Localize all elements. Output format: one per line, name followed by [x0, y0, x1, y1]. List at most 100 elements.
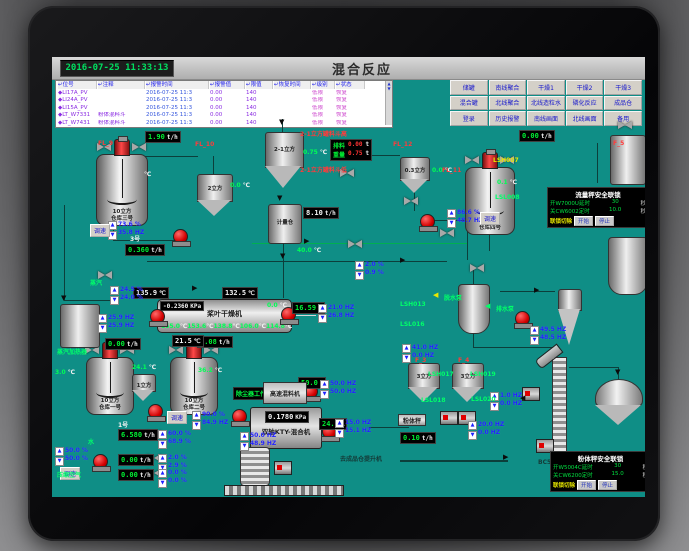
pump-icon[interactable]: [515, 311, 530, 326]
tank-top-valve-icon[interactable]: [465, 156, 479, 164]
spinner-down[interactable]: ▼: [55, 457, 64, 466]
valve-icon[interactable]: [404, 197, 418, 205]
alarm-row[interactable]: ◆LI15A_PV2016-07-25 11:30.00140低限恢复: [56, 105, 384, 112]
tank-top-valve-icon[interactable]: [169, 346, 183, 354]
spinner-down[interactable]: ▼: [335, 429, 344, 438]
speed-adjust-button[interactable]: 调速: [480, 212, 500, 225]
alarm-row[interactable]: ◆LI24A_PV2016-07-25 11:30.00140低限恢复: [56, 97, 384, 104]
alarm-row[interactable]: ◆LT_W7431粉体混料斗2016-07-25 11:30.00140低限恢复: [56, 120, 384, 127]
spinner-up[interactable]: ▲: [320, 380, 329, 389]
spinner-down[interactable]: ▼: [447, 219, 456, 228]
spinner-down[interactable]: ▼: [240, 442, 249, 451]
spinner-up[interactable]: ▲: [355, 261, 364, 270]
alarm-header-6[interactable]: ↵级别: [312, 81, 335, 89]
dryer-vacuum-display: -0.2360KPa: [160, 301, 204, 311]
flow-arrow: ▼: [61, 295, 66, 302]
pump-icon[interactable]: [150, 309, 165, 324]
alarm-cell: 0.00: [210, 112, 245, 119]
alarm-header-0[interactable]: ↵位号: [58, 81, 97, 89]
interlock-button-开始[interactable]: 开始: [577, 480, 596, 490]
alarm-header-2[interactable]: ↵报警时间: [146, 81, 209, 89]
display-value: 0.360: [128, 246, 149, 254]
pump-icon[interactable]: [420, 214, 435, 229]
valve-icon[interactable]: [348, 240, 362, 248]
belt-conveyor[interactable]: [224, 485, 344, 496]
nav-button-磷化反应[interactable]: 磷化反应: [566, 96, 604, 111]
spinner-down[interactable]: ▼: [158, 479, 167, 488]
spinner-down[interactable]: ▼: [318, 314, 327, 323]
spinner-up[interactable]: ▲: [402, 344, 411, 353]
pump-icon[interactable]: [232, 409, 247, 424]
nav-button-南线聚合[interactable]: 南线聚合: [489, 80, 527, 95]
spinner-down[interactable]: ▼: [192, 421, 201, 430]
spinner-up[interactable]: ▲: [335, 419, 344, 428]
valve-icon[interactable]: [440, 229, 454, 237]
spinner-up[interactable]: ▲: [447, 209, 456, 218]
alarm-header-4[interactable]: ↵限值: [246, 81, 273, 89]
speed-adjust-button[interactable]: 调速: [90, 224, 110, 237]
spinner-up[interactable]: ▲: [530, 326, 539, 335]
spinner-down[interactable]: ▼: [468, 431, 477, 440]
nav-button-北线造粒水[interactable]: 北线造粒水: [527, 96, 565, 111]
interlock-row-value: 15.0: [612, 471, 624, 479]
spinner-down[interactable]: ▼: [530, 336, 539, 345]
nav-button-干燥3[interactable]: 干燥3: [604, 80, 642, 95]
vacuum-value: -0.2360: [163, 303, 188, 310]
spinner-buttons: ▲▼: [335, 419, 344, 438]
spinner-up[interactable]: ▲: [55, 447, 64, 456]
spinner-up[interactable]: ▲: [158, 469, 167, 478]
nav-button-北线聚合[interactable]: 北线聚合: [489, 96, 527, 111]
spinner-down[interactable]: ▼: [490, 402, 499, 411]
hz-readout-pair: ▲▼50.0 HZ48.9 HZ: [240, 432, 276, 451]
spinner-down[interactable]: ▼: [110, 296, 119, 305]
valve-icon[interactable]: [470, 264, 484, 272]
nav-button-北线画面[interactable]: 北线画面: [566, 111, 604, 126]
interlock-button-开始[interactable]: 开始: [574, 216, 593, 226]
alarm-header-1[interactable]: ↵注释: [98, 81, 145, 89]
motor-icon[interactable]: [274, 461, 292, 475]
pump-icon[interactable]: [148, 404, 163, 419]
tank-top-valve-icon[interactable]: [132, 143, 146, 151]
alarm-row[interactable]: ◆LI17A_PV2016-07-25 11:30.00140低限恢复: [56, 90, 384, 97]
hopper-body: 0.3立方: [400, 157, 430, 181]
spinner-up[interactable]: ▲: [110, 286, 119, 295]
alarm-scrollbar[interactable]: ▲▼: [385, 81, 392, 125]
motor-icon[interactable]: [440, 411, 458, 425]
nav-button-登录[interactable]: 登录: [450, 111, 488, 126]
spinner-up[interactable]: ▲: [98, 314, 107, 323]
page-title: 混合反应: [332, 59, 392, 78]
alarm-header-3[interactable]: ↵报警值: [210, 81, 245, 89]
spinner-up[interactable]: ▲: [240, 432, 249, 441]
nav-button-混合罐[interactable]: 混合罐: [450, 96, 488, 111]
text-label: LSH019: [470, 371, 496, 378]
alarm-cell: 粉体混料斗: [98, 120, 145, 127]
nav-button-南线画面[interactable]: 南线画面: [527, 111, 565, 126]
interlock-button-停止[interactable]: 停止: [595, 216, 614, 226]
spinner-up[interactable]: ▲: [468, 421, 477, 430]
spinner-down[interactable]: ▼: [402, 354, 411, 363]
speed-adjust-button[interactable]: 调速: [167, 411, 187, 424]
alarm-header-7[interactable]: ↵状态: [336, 81, 365, 89]
alarm-header-5[interactable]: ↵恢复时间: [274, 81, 311, 89]
pump-icon[interactable]: [93, 454, 108, 469]
spinner-up[interactable]: ▲: [318, 304, 327, 313]
nav-button-成品仓[interactable]: 成品仓: [604, 96, 642, 111]
text-label: F_3: [415, 357, 426, 364]
valve-icon[interactable]: [618, 121, 632, 129]
nav-button-干燥2[interactable]: 干燥2: [566, 80, 604, 95]
spinner-down[interactable]: ▼: [355, 271, 364, 280]
spinner-down[interactable]: ▼: [98, 324, 107, 333]
spinner-up[interactable]: ▲: [158, 430, 167, 439]
alarm-row[interactable]: ◆LT_W7331粉体混料斗2016-07-25 11:30.00140低限恢复: [56, 112, 384, 119]
pump-icon[interactable]: [173, 229, 188, 244]
alarm-table[interactable]: ▲▼ ↵位号↵注释↵报警时间↵报警值↵限值↵恢复时间↵级别↵状态◆LI17A_P…: [55, 80, 393, 128]
spinner-up[interactable]: ▲: [158, 454, 167, 463]
interlock-button-停止[interactable]: 停止: [598, 480, 617, 490]
interlock-panel: 粉体秤安全联锁开W5004C延时30秒关CW6200定时15.0秒联锁切除开始停…: [550, 451, 645, 492]
spinner-down[interactable]: ▼: [158, 440, 167, 449]
nav-button-历史报警[interactable]: 历史报警: [489, 111, 527, 126]
nav-button-储罐[interactable]: 储罐: [450, 80, 488, 95]
spinner-up[interactable]: ▲: [192, 411, 201, 420]
nav-button-干燥1[interactable]: 干燥1: [527, 80, 565, 95]
spinner-down[interactable]: ▼: [320, 390, 329, 399]
